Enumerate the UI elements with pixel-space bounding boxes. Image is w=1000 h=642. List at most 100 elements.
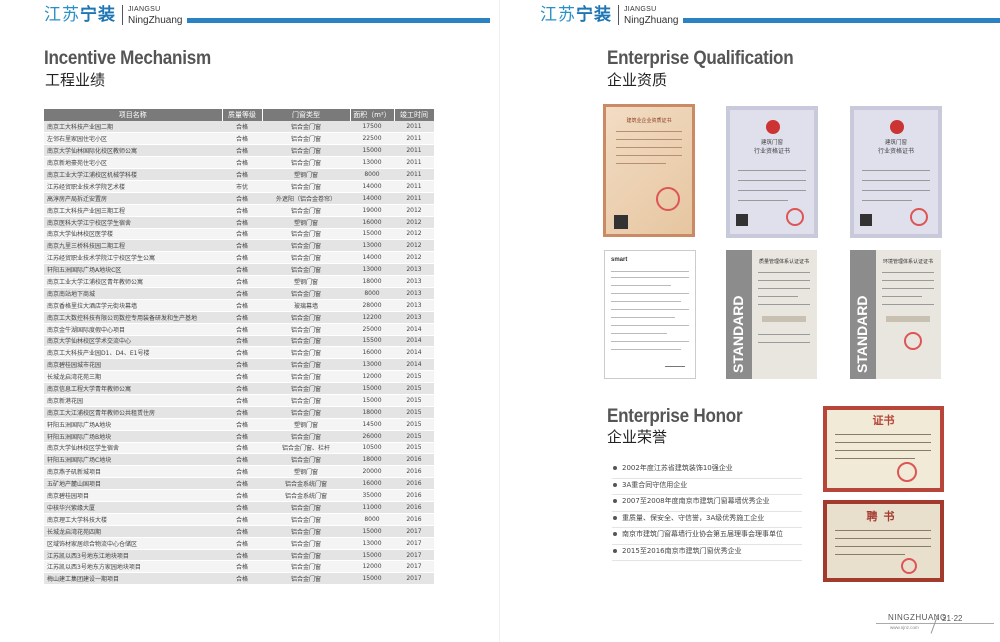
table-row: 江苏凯以西3号地东方家园地块项目 合格 铝合金门窗 12000 2017 — [44, 560, 434, 574]
cell-window-type: 铝合金门窗 — [262, 263, 350, 277]
cell-area: 12000 — [350, 370, 394, 384]
cell-window-type: 外遮阳（铝合金卷帘） — [262, 192, 350, 205]
honors-list: 2002年度江苏省建筑装饰10强企业 3A重合同守信用企业 2007至2008年… — [612, 462, 802, 561]
cell-completion: 2014 — [394, 323, 434, 336]
left-page: 江苏宁装 JIANGSU NingZhuang Incentive Mechan… — [0, 0, 500, 642]
table-row: 左邻右里家园住宅小区 合格 铝合金门窗 22500 2011 — [44, 132, 434, 146]
cell-window-type: 铝合金门窗 — [262, 560, 350, 574]
honor-item: 2002年度江苏省建筑装饰10强企业 — [612, 462, 802, 479]
cell-window-type: 铝合金门窗 — [262, 204, 350, 217]
industry-certificate-1: 建筑门窗 行业资格证书 — [726, 106, 818, 238]
cell-project-name: 南京香格里拉大酒店学元街块幕墙 — [44, 299, 222, 312]
table-row: 南京工大科技产业园二期 合格 铝合金门窗 17500 2011 — [44, 121, 434, 134]
table-row: 南京工大数控科技有限公司数控专用装备研发和生产基地 合格 铝合金门窗 12200 201… — [44, 311, 434, 324]
table-row: 南京金牛湖国际度假中心项目 合格 铝合金门窗 25000 2014 — [44, 323, 434, 336]
cell-completion: 2011 — [394, 192, 434, 205]
table-row: 南京工大江浦校区青年教师公共租赁住房 合格 铝合金门窗 18000 2015 — [44, 406, 434, 419]
smart-logo: smart — [611, 257, 628, 263]
cell-project-name: 五矿地产麓山国项目 — [44, 477, 222, 491]
certificate-title: 质量管理体系认证证书 — [758, 259, 809, 265]
table-row: 南京大学仙林校区学生宿舍 合格 铝合金门窗、栏杆 10500 2015 — [44, 442, 434, 455]
cell-project-name: 轩阳五洲国际广场C地块 — [44, 453, 222, 467]
table-row: 五矿地产麓山国项目 合格 铝合金系统门窗 16000 2016 — [44, 477, 434, 491]
certificate-subtitle: 行业资格证书 — [877, 148, 914, 155]
cell-completion: 2011 — [394, 156, 434, 170]
certificate-title: 建筑门窗 — [760, 140, 783, 146]
cell-project-name: 南京工大江浦校区青年教师公共租赁住房 — [44, 406, 222, 419]
cell-window-type: 塑钢门窗 — [262, 275, 350, 288]
cell-area: 8000 — [350, 513, 394, 526]
cell-project-name: 南京碧桂园项目 — [44, 489, 222, 502]
cell-completion: 2012 — [394, 204, 434, 217]
cell-project-name: 南京工大科技产业园D1、D4、E1号楼 — [44, 346, 222, 360]
cell-project-name: 江苏经贸职业技术学院江宁校区学生公寓 — [44, 251, 222, 265]
cell-project-name: 长城龙启湾花苑四期 — [44, 525, 222, 538]
certificate-title: 建筑门窗 — [884, 140, 907, 146]
cell-project-name: 南京工大数控科技有限公司数控专用装备研发和生产基地 — [44, 311, 222, 324]
cell-quality: 合格 — [222, 370, 262, 384]
cell-quality: 合格 — [222, 418, 262, 431]
table-row: 南京工业大学江浦校区机械学科楼 合格 塑钢门窗 8000 2011 — [44, 168, 434, 181]
qualification-title-en: Enterprise Qualification — [607, 48, 794, 69]
section-title-cn: 工程业绩 — [45, 71, 106, 89]
cell-quality: 市优 — [222, 180, 262, 193]
table-row: 江苏经贸职业技术学院艺术楼 市优 铝合金门窗 14000 2011 — [44, 180, 434, 193]
cell-quality: 合格 — [222, 549, 262, 562]
honor-item: 南京市建筑门窗幕墙行业协会第五届理事会理事单位 — [612, 528, 802, 545]
cell-window-type: 铝合金门窗、栏杆 — [262, 442, 350, 455]
red-seal-icon — [786, 208, 804, 226]
cell-completion: 2014 — [394, 346, 434, 360]
red-seal-icon — [904, 332, 922, 350]
cell-completion: 2016 — [394, 465, 434, 479]
cell-project-name: 南京九里三桥科技园二期工程 — [44, 239, 222, 253]
cell-area: 18000 — [350, 453, 394, 467]
cell-quality: 合格 — [222, 453, 262, 467]
cell-window-type: 铝合金门窗 — [262, 228, 350, 241]
cell-quality: 合格 — [222, 501, 262, 514]
smart-certificate: smart — [604, 250, 696, 379]
cell-window-type: 铝合金门窗 — [262, 132, 350, 146]
header-area: 面积（m²） — [350, 109, 395, 121]
cell-completion: 2017 — [394, 549, 434, 562]
cell-quality: 合格 — [222, 430, 262, 443]
cell-area: 12200 — [350, 311, 394, 324]
emblem-icon — [766, 120, 780, 134]
cell-quality: 合格 — [222, 477, 262, 491]
cell-project-name: 高淳房产局拆迁安置房 — [44, 192, 222, 205]
cell-completion: 2016 — [394, 501, 434, 514]
cell-area: 11000 — [350, 501, 394, 514]
honor-item: 2015至2016南京市建筑门窗优秀企业 — [612, 545, 802, 561]
cell-project-name: 轩阳五洲国际广场A地块C区 — [44, 263, 222, 277]
cell-project-name: 梅山建工集团建设一期项目 — [44, 572, 222, 586]
brand-cn: 江苏宁装 — [540, 5, 612, 25]
cell-completion: 2015 — [394, 430, 434, 443]
table-row: 中核华兴紫缘大厦 合格 铝合金门窗 11000 2016 — [44, 501, 434, 514]
cell-window-type: 铝合金门窗 — [262, 406, 350, 419]
cell-completion: 2013 — [394, 287, 434, 300]
table-row: 南京九里三桥科技园二期工程 合格 铝合金门窗 13000 2012 — [44, 239, 434, 253]
cell-window-type: 铝合金门窗 — [262, 382, 350, 395]
cell-project-name: 南京医科大学江宁校区学生宿舍 — [44, 216, 222, 229]
red-seal-icon — [656, 187, 680, 211]
cell-window-type: 铝合金门窗 — [262, 537, 350, 550]
cell-quality: 合格 — [222, 263, 262, 277]
cell-area: 8000 — [350, 168, 394, 181]
cell-completion: 2015 — [394, 382, 434, 395]
cell-area: 14000 — [350, 180, 394, 193]
cell-quality: 合格 — [222, 121, 262, 134]
cell-completion: 2011 — [394, 168, 434, 181]
cell-quality: 合格 — [222, 394, 262, 407]
cell-area: 15000 — [350, 572, 394, 586]
cell-completion: 2015 — [394, 442, 434, 455]
table-row: 南京大学仙林校区医学楼 合格 铝合金门窗 15000 2012 — [44, 228, 434, 241]
cell-window-type: 塑钢门窗 — [262, 168, 350, 181]
cell-quality: 合格 — [222, 465, 262, 479]
cell-project-name: 南京大学仙林国际化校区教师公寓 — [44, 144, 222, 158]
red-seal-icon — [897, 462, 917, 482]
cell-area: 19000 — [350, 204, 394, 217]
table-row: 轩阳五洲国际广场C地块 合格 铝合金门窗 18000 2016 — [44, 453, 434, 467]
cell-quality: 合格 — [222, 132, 262, 146]
table-row: 区域饰材家居综合物流中心仓储区 合格 铝合金门窗 13000 2017 — [44, 537, 434, 550]
table-row: 南京理工大学科技大楼 合格 铝合金门窗 8000 2016 — [44, 513, 434, 526]
header-completion: 竣工时间 — [394, 109, 435, 121]
